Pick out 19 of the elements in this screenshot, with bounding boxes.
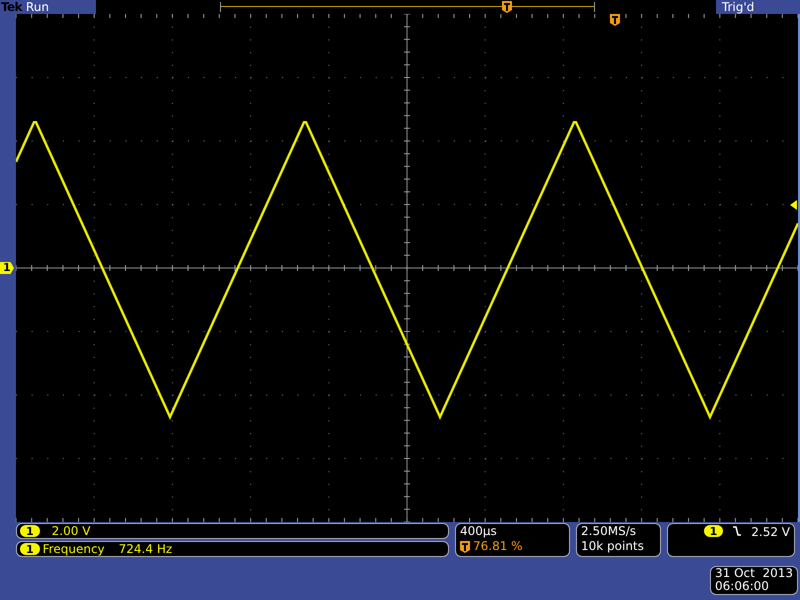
trigger-position-icon [460,540,470,552]
channel-badge: 1 [20,525,40,537]
date: 31 Oct 2013 [715,567,793,580]
sample-rate: 2.50MS/s [581,524,637,539]
trigger-state: Trig'd [722,1,754,13]
channel-badge: 1 [20,543,40,555]
channel-marker: 1 [0,262,14,274]
brand-label: Tek [1,1,22,13]
measurement-value: 724.4 Hz [118,542,172,556]
time: 06:06:00 [715,580,770,593]
measurement-name: Frequency [42,542,105,556]
trigger-position: 76.81 % [473,539,523,554]
trigger-source-badge: 1 [704,525,724,537]
falling-edge-icon [733,525,742,537]
time-per-div: 400µs [460,524,498,539]
volts-per-div: 2.00 V [52,524,90,538]
acquisition-state: Run [26,1,50,13]
record-length: 10k points [581,539,645,554]
trigger-level: 2.52 V [751,525,790,540]
